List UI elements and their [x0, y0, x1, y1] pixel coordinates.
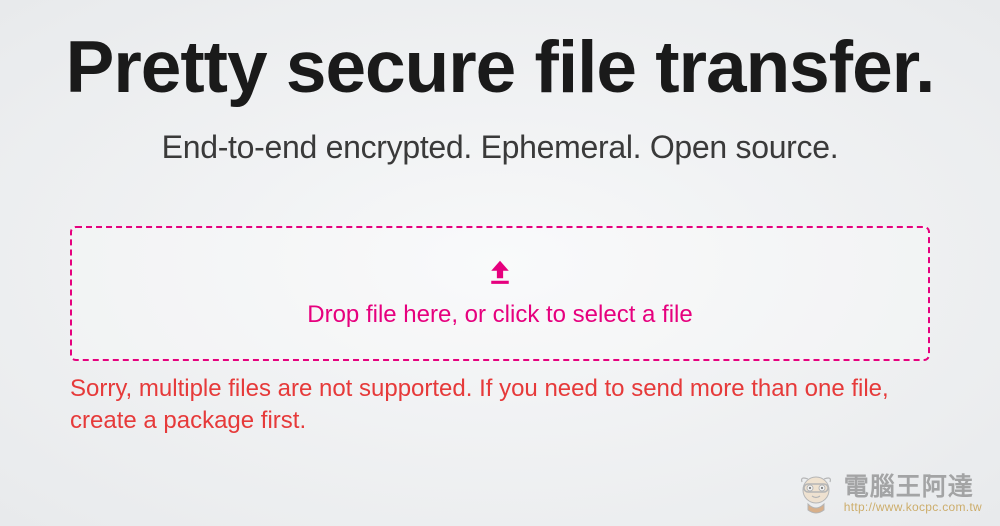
watermark-name: 電腦王阿達: [844, 474, 974, 502]
watermark-url: http://www.kocpc.com.tw: [844, 501, 982, 514]
dropzone-label: Drop file here, or click to select a fil…: [307, 301, 693, 329]
main-container: Pretty secure file transfer. End-to-end …: [0, 0, 1000, 526]
upload-icon: [485, 257, 515, 287]
avatar-icon: [794, 472, 838, 516]
page-title: Pretty secure file transfer.: [66, 30, 935, 107]
watermark: 電腦王阿達 http://www.kocpc.com.tw: [794, 472, 982, 516]
page-subtitle: End-to-end encrypted. Ephemeral. Open so…: [162, 129, 839, 166]
watermark-text: 電腦王阿達 http://www.kocpc.com.tw: [844, 474, 982, 515]
file-dropzone[interactable]: Drop file here, or click to select a fil…: [70, 226, 930, 361]
error-message: Sorry, multiple files are not supported.…: [70, 373, 930, 438]
